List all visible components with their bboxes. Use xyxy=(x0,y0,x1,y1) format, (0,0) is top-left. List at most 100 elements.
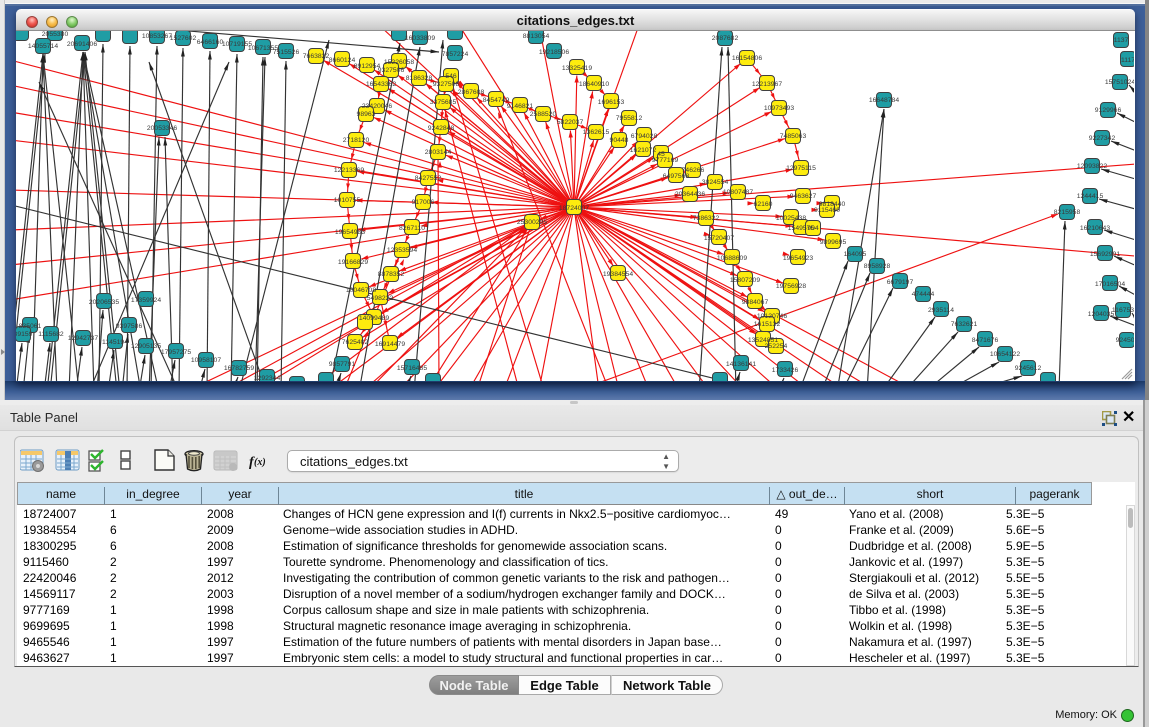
svg-text:20053346: 20053346 xyxy=(147,125,177,132)
svg-text:90448: 90448 xyxy=(610,137,629,144)
svg-text:9129966: 9129966 xyxy=(1095,107,1122,114)
svg-text:10025438: 10025438 xyxy=(776,215,806,222)
svg-text:10046708: 10046708 xyxy=(346,287,376,294)
svg-text:(x): (x) xyxy=(254,457,266,468)
svg-text:1137: 1137 xyxy=(1114,37,1129,44)
svg-text:9899695: 9899695 xyxy=(820,239,847,246)
svg-text:18724007: 18724007 xyxy=(559,205,589,212)
svg-text:19384554: 19384554 xyxy=(603,271,633,278)
svg-text:98963: 98963 xyxy=(357,111,376,118)
svg-text:17957275: 17957275 xyxy=(161,349,191,356)
svg-text:9242848: 9242848 xyxy=(428,125,455,132)
svg-text:62160: 62160 xyxy=(754,201,773,208)
svg-text:12213967: 12213967 xyxy=(752,81,782,88)
svg-text:2867608: 2867608 xyxy=(458,89,485,96)
svg-text:8267110: 8267110 xyxy=(399,225,425,232)
svg-text:15226058: 15226058 xyxy=(384,59,414,66)
svg-text:1362615: 1362615 xyxy=(583,129,610,136)
svg-text:20691406: 20691406 xyxy=(67,41,97,48)
svg-text:8912954: 8912954 xyxy=(354,63,381,70)
svg-text:546: 546 xyxy=(445,73,457,80)
svg-text:8878352: 8878352 xyxy=(378,271,405,278)
svg-text:10688609: 10688609 xyxy=(717,255,747,262)
svg-text:116753: 116753 xyxy=(1112,307,1134,314)
svg-text:7857224: 7857224 xyxy=(442,51,469,58)
svg-text:12213369: 12213369 xyxy=(334,167,364,174)
svg-text:10120746: 10120746 xyxy=(757,313,787,320)
svg-text:1010755: 1010755 xyxy=(334,197,361,204)
svg-text:12975115: 12975115 xyxy=(786,165,816,172)
svg-text:2803144: 2803144 xyxy=(425,149,452,156)
svg-text:3375685: 3375685 xyxy=(430,99,457,106)
svg-text:9327508: 9327508 xyxy=(433,81,460,88)
svg-text:19166829: 19166829 xyxy=(338,259,368,266)
svg-text:5498222: 5498222 xyxy=(367,295,394,302)
svg-text:14055714: 14055714 xyxy=(28,43,58,50)
svg-text:8958928: 8958928 xyxy=(864,263,891,270)
svg-text:25300295: 25300295 xyxy=(517,219,547,226)
svg-text:1621072: 1621072 xyxy=(630,147,657,154)
svg-text:23420046: 23420046 xyxy=(362,103,392,110)
svg-text:1696153: 1696153 xyxy=(598,99,625,106)
svg-text:2588520: 2588520 xyxy=(530,111,557,118)
svg-text:17359924: 17359924 xyxy=(131,297,161,304)
svg-text:1615132: 1615132 xyxy=(754,321,781,328)
svg-text:10958107: 10958107 xyxy=(191,357,221,364)
svg-text:9327506: 9327506 xyxy=(378,67,405,74)
svg-text:9857791: 9857791 xyxy=(329,361,356,368)
svg-text:15807209: 15807209 xyxy=(730,277,760,284)
svg-text:1527602: 1527602 xyxy=(170,35,197,42)
svg-text:12353594: 12353594 xyxy=(387,247,417,254)
svg-text:8660124: 8660124 xyxy=(329,57,356,64)
svg-text:9245612: 9245612 xyxy=(1015,365,1042,372)
svg-text:474444: 474444 xyxy=(912,291,935,298)
svg-text:20364436: 20364436 xyxy=(675,191,705,198)
svg-text:13325419: 13325419 xyxy=(562,65,592,72)
svg-text:19218506: 19218506 xyxy=(539,49,569,56)
svg-text:16648784: 16648784 xyxy=(869,97,899,104)
svg-text:16033809: 16033809 xyxy=(405,35,435,42)
svg-text:8186328: 8186328 xyxy=(406,75,433,82)
svg-text:15720407: 15720407 xyxy=(704,235,734,242)
svg-text:7663822: 7663822 xyxy=(303,53,330,60)
svg-text:6679197: 6679197 xyxy=(887,279,914,286)
svg-text:10973493: 10973493 xyxy=(764,105,794,112)
svg-text:7625402: 7625402 xyxy=(342,339,369,346)
svg-text:917006: 917006 xyxy=(412,199,435,206)
svg-text:8813054: 8813054 xyxy=(523,33,550,40)
svg-text:835061: 835061 xyxy=(19,323,42,330)
svg-text:924502: 924502 xyxy=(1116,337,1134,344)
svg-text:15692991: 15692991 xyxy=(1090,251,1120,258)
svg-text:12093822: 12093822 xyxy=(1077,163,1107,170)
svg-text:9227342: 9227342 xyxy=(1089,135,1116,142)
svg-text:16210643: 16210643 xyxy=(1080,225,1110,232)
svg-text:1244415: 1244415 xyxy=(1077,193,1104,200)
svg-text:2087682: 2087682 xyxy=(712,35,739,42)
svg-text:16543362: 16543362 xyxy=(366,81,396,88)
svg-text:17016504: 17016504 xyxy=(1095,281,1125,288)
svg-text:1115682: 1115682 xyxy=(38,331,64,338)
svg-text:16782759: 16782759 xyxy=(224,365,254,372)
svg-text:10654122: 10654122 xyxy=(990,351,1020,358)
svg-text:16154806: 16154806 xyxy=(732,55,762,62)
svg-text:6466160: 6466160 xyxy=(197,39,224,46)
svg-text:1204035: 1204035 xyxy=(1088,311,1115,318)
svg-text:164095: 164095 xyxy=(844,251,867,258)
svg-text:9884067: 9884067 xyxy=(742,299,769,306)
svg-text:15716485: 15716485 xyxy=(397,365,427,372)
svg-text:10807487: 10807487 xyxy=(723,189,753,196)
svg-text:6794028: 6794028 xyxy=(631,133,658,140)
svg-text:3824554: 3824554 xyxy=(702,179,729,186)
svg-text:9115460: 9115460 xyxy=(814,207,840,214)
svg-text:15751024: 15751024 xyxy=(1105,79,1134,86)
svg-text:19756928: 19756928 xyxy=(776,283,806,290)
svg-text:6497568: 6497568 xyxy=(663,173,690,180)
svg-text:9463627: 9463627 xyxy=(790,193,817,200)
svg-text:9777169: 9777169 xyxy=(652,157,679,164)
svg-text:19654923: 19654923 xyxy=(783,255,813,262)
svg-text:7632621: 7632621 xyxy=(951,321,978,328)
svg-text:9397586: 9397586 xyxy=(116,323,143,330)
svg-text:7955812: 7955812 xyxy=(616,115,643,122)
svg-text:1733426: 1733426 xyxy=(772,367,799,374)
svg-text:12942737: 12942737 xyxy=(68,335,98,342)
